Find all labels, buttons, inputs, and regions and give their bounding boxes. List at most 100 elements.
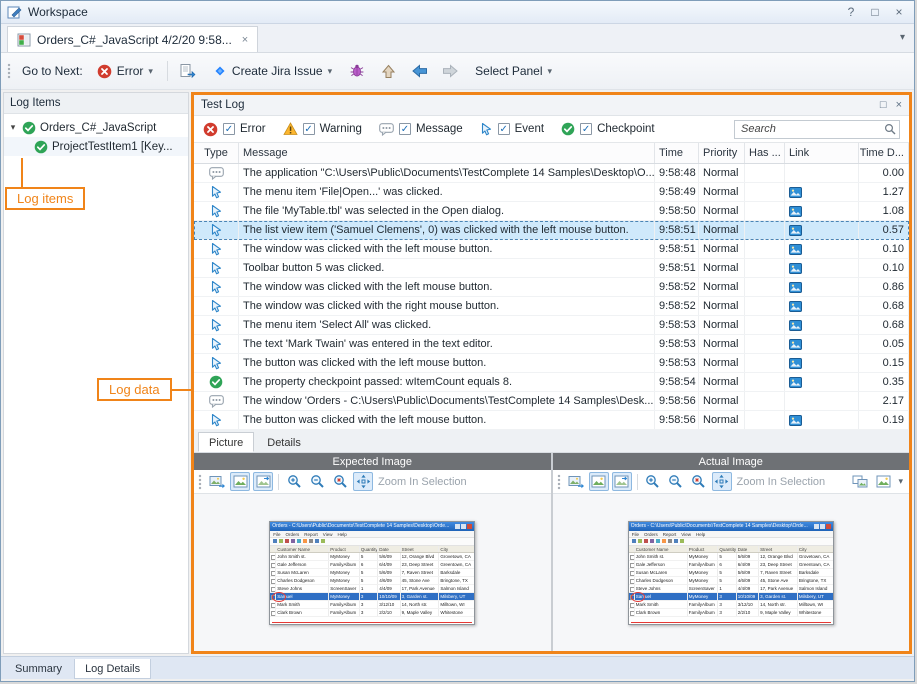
collapse-caret-icon[interactable]: ▾ — [8, 122, 18, 133]
zoom-in-icon[interactable] — [284, 472, 304, 491]
report-bug-icon[interactable] — [346, 60, 368, 82]
export-log-icon[interactable] — [177, 60, 199, 82]
log-row[interactable]: The window was clicked with the left mou… — [194, 278, 909, 297]
toolbar-grip[interactable] — [7, 63, 12, 79]
toolbar-grip[interactable] — [198, 474, 203, 490]
col-type[interactable]: Type — [194, 143, 239, 163]
search-box[interactable] — [734, 119, 900, 139]
col-has-pic[interactable]: Has ... — [745, 143, 785, 163]
tab-details[interactable]: Details — [256, 432, 312, 452]
log-row[interactable]: Toolbar button 5 was clicked.9:58:51Norm… — [194, 259, 909, 278]
float-panel-icon[interactable]: □ — [880, 99, 887, 111]
row-time: 9:58:53 — [655, 316, 699, 334]
col-link[interactable]: Link — [785, 143, 859, 163]
select-panel-button[interactable]: Select Panel ▾ — [470, 61, 557, 81]
row-time-diff: 0.05 — [859, 335, 909, 353]
filter-error[interactable]: ✓Error — [203, 122, 266, 137]
log-row[interactable]: The window 'Orders - C:\Users\Public\Doc… — [194, 392, 909, 411]
picture-link-icon[interactable] — [785, 297, 859, 315]
tab-log-details[interactable]: Log Details — [74, 659, 151, 679]
create-jira-button[interactable]: Create Jira Issue ▾ — [208, 61, 337, 81]
log-row[interactable]: The menu item 'File|Open...' was clicked… — [194, 183, 909, 202]
log-row[interactable]: The button was clicked with the left mou… — [194, 354, 909, 373]
close-window-icon[interactable]: × — [890, 5, 908, 19]
row-priority: Normal — [699, 354, 745, 372]
log-row[interactable]: The application "C:\Users\Public\Documen… — [194, 164, 909, 183]
log-row[interactable]: The list view item ('Samuel Clemens', 0)… — [194, 221, 909, 240]
tab-picture[interactable]: Picture — [198, 432, 254, 452]
zoom-in-icon[interactable] — [643, 472, 663, 491]
expected-image-canvas[interactable]: Orders - C:\Users\Public\Documents\TestC… — [194, 494, 551, 651]
col-time[interactable]: Time — [655, 143, 699, 163]
col-priority[interactable]: Priority — [699, 143, 745, 163]
zoom-fit-icon[interactable] — [353, 472, 373, 491]
chevron-down-icon[interactable]: ▾ — [900, 32, 905, 43]
zoom-fit-icon[interactable] — [712, 472, 732, 491]
picture-link-icon[interactable] — [785, 373, 859, 391]
picture-link-icon[interactable] — [785, 183, 859, 201]
compare-images-icon[interactable] — [850, 472, 870, 491]
filter-message[interactable]: ✓Message — [379, 123, 463, 136]
export-image-icon[interactable] — [566, 472, 586, 491]
zoom-out-icon[interactable] — [307, 472, 327, 491]
picture-link-icon[interactable] — [785, 316, 859, 334]
float-window-icon[interactable]: □ — [866, 5, 884, 19]
log-row[interactable]: The menu item 'Select All' was clicked.9… — [194, 316, 909, 335]
checkbox-icon[interactable]: ✓ — [399, 123, 411, 135]
picture-link-icon[interactable] — [785, 221, 859, 239]
up-arrow-icon[interactable] — [377, 60, 399, 82]
filter-checkpoint[interactable]: ✓Checkpoint — [561, 122, 655, 136]
zoom-reset-icon[interactable] — [330, 472, 350, 491]
tab-summary[interactable]: Summary — [5, 659, 72, 679]
pan-image-button[interactable] — [612, 472, 632, 491]
filter-warning[interactable]: ✓Warning — [283, 122, 362, 136]
log-row[interactable]: The property checkpoint passed: wItemCou… — [194, 373, 909, 392]
col-time-diff[interactable]: Time D... — [859, 143, 909, 163]
picture-link-icon[interactable] — [785, 335, 859, 353]
show-image-button[interactable] — [230, 472, 250, 491]
zoom-out-icon[interactable] — [666, 472, 686, 491]
log-row[interactable]: The button was clicked with the left mou… — [194, 411, 909, 430]
picture-link-icon[interactable] — [785, 240, 859, 258]
picture-link-icon[interactable] — [785, 411, 859, 429]
pan-image-button[interactable] — [253, 472, 273, 491]
log-row[interactable]: The window was clicked with the right mo… — [194, 297, 909, 316]
search-input[interactable] — [734, 120, 900, 139]
tree-item-child[interactable]: ProjectTestItem1 [Key... — [4, 137, 188, 156]
log-row[interactable]: The text 'Mark Twain' was entered in the… — [194, 335, 909, 354]
row-priority: Normal — [699, 278, 745, 296]
checkbox-icon[interactable]: ✓ — [223, 123, 235, 135]
goto-error-button[interactable]: Error ▾ — [92, 61, 158, 82]
back-arrow-icon[interactable] — [408, 60, 430, 82]
tree-item-root[interactable]: ▾ Orders_C#_JavaScript — [4, 118, 188, 137]
checkbox-icon[interactable]: ✓ — [580, 123, 592, 135]
filter-event[interactable]: ✓Event — [480, 122, 544, 136]
show-image-button[interactable] — [589, 472, 609, 491]
log-row[interactable]: The window was clicked with the left mou… — [194, 240, 909, 259]
col-message[interactable]: Message — [239, 143, 655, 163]
toolbar-grip[interactable] — [557, 474, 562, 490]
event-icon — [194, 183, 239, 201]
chevron-down-icon[interactable]: ▾ — [896, 476, 905, 487]
checkbox-icon[interactable]: ✓ — [303, 123, 315, 135]
actual-image-canvas[interactable]: Orders - C:\Users\Public\Documents\TestC… — [553, 494, 910, 651]
document-tab[interactable]: Orders_C#_JavaScript 4/2/20 9:58... × — [7, 26, 258, 52]
zoom-reset-icon[interactable] — [689, 472, 709, 491]
checkbox-icon[interactable]: ✓ — [498, 123, 510, 135]
row-priority: Normal — [699, 202, 745, 220]
row-has-picture — [745, 183, 785, 201]
close-panel-icon[interactable]: × — [896, 99, 902, 111]
forward-arrow-icon[interactable] — [439, 60, 461, 82]
picture-link-icon[interactable] — [785, 259, 859, 277]
help-button[interactable]: ? — [842, 5, 860, 19]
row-message: The property checkpoint passed: wItemCou… — [239, 373, 655, 391]
picture-icon[interactable] — [873, 472, 893, 491]
picture-link-icon[interactable] — [785, 354, 859, 372]
export-image-icon[interactable] — [207, 472, 227, 491]
close-tab-icon[interactable]: × — [242, 34, 248, 46]
search-icon[interactable] — [884, 122, 896, 140]
picture-link-icon[interactable] — [785, 278, 859, 296]
log-row[interactable]: The file 'MyTable.tbl' was selected in t… — [194, 202, 909, 221]
row-time: 9:58:52 — [655, 278, 699, 296]
picture-link-icon[interactable] — [785, 202, 859, 220]
